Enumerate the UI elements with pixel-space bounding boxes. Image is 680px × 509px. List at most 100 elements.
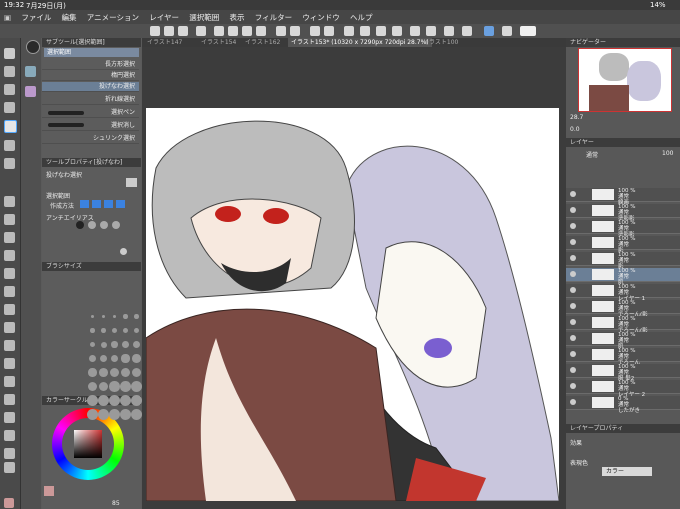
layer-row[interactable]: 100 % 通常 でろーん(影 (566, 300, 680, 318)
antialias-medium-icon[interactable] (100, 221, 108, 229)
pen-tool-icon[interactable] (4, 196, 15, 207)
brush-size-preset[interactable] (89, 355, 96, 362)
current-color-swatch[interactable] (44, 486, 54, 496)
crop-icon[interactable] (426, 26, 436, 36)
brush-size-preset[interactable] (134, 314, 139, 319)
antialias-strong-icon[interactable] (112, 221, 120, 229)
new-file-icon[interactable] (150, 26, 160, 36)
brush-size-preset[interactable] (87, 381, 98, 392)
intersect-selection-icon[interactable] (116, 200, 125, 208)
menu-view[interactable]: 表示 (225, 10, 248, 23)
antialias-weak-icon[interactable] (88, 221, 96, 229)
brush-size-preset[interactable] (131, 367, 142, 378)
tool-group-icon[interactable] (26, 40, 40, 54)
brush-size-preset[interactable] (112, 314, 117, 319)
layer-row[interactable]: 100 % 通常影 (566, 252, 680, 270)
layer-row[interactable]: 100 % 通常 塗影影 (566, 220, 680, 238)
ok-icon[interactable] (484, 26, 494, 36)
brush-size-preset[interactable] (98, 381, 109, 392)
copy-icon[interactable] (214, 26, 224, 36)
brush-size-preset[interactable] (100, 341, 107, 348)
zoom-tool-icon[interactable] (4, 48, 15, 59)
decoration-tool-icon[interactable] (4, 268, 15, 279)
eye-icon[interactable] (570, 351, 576, 357)
gradient-tool-icon[interactable] (4, 340, 15, 351)
brush-size-preset[interactable] (122, 327, 129, 334)
subtool-polyline-select[interactable]: 折れ線選択 (42, 95, 139, 105)
brush-size-preset[interactable] (132, 354, 141, 363)
eye-icon[interactable] (570, 271, 576, 277)
eye-icon[interactable] (570, 191, 576, 197)
deselect-icon[interactable] (344, 26, 354, 36)
tab-doc-154[interactable]: イラスト154 (198, 38, 239, 47)
brush-size-preset[interactable] (98, 409, 109, 420)
layer-row[interactable]: 100 % 通常 でろーん(影 (566, 316, 680, 334)
brush-size-preset[interactable] (120, 367, 131, 378)
brush-size-preset[interactable] (109, 409, 120, 420)
undo-icon[interactable] (276, 26, 286, 36)
subtool-ellipse-select[interactable]: 楕円選択 (42, 71, 139, 81)
eye-icon[interactable] (570, 399, 576, 405)
brush-size-preset[interactable] (88, 368, 97, 377)
menu-help[interactable]: ヘルプ (346, 10, 377, 23)
ruler-icon[interactable] (444, 26, 454, 36)
brush-size-preset[interactable] (99, 354, 108, 363)
open-icon[interactable] (164, 26, 174, 36)
figure-tool-icon[interactable] (4, 358, 15, 369)
tab-doc-147[interactable]: イラスト147 (144, 38, 185, 47)
zoom-value[interactable]: 28.7 (570, 114, 583, 121)
brush-size-preset[interactable] (87, 395, 98, 406)
menu-app-icon[interactable]: ▣ (0, 11, 15, 22)
brush-size-preset[interactable] (90, 328, 95, 333)
airbrush-tool-icon[interactable] (4, 250, 15, 261)
brush-size-preset[interactable] (133, 327, 140, 334)
clear-icon[interactable] (310, 26, 320, 36)
selection-out-icon[interactable] (376, 26, 386, 36)
opacity-value[interactable]: 100 (662, 150, 673, 157)
layer-row[interactable]: 100 % 通常 レイヤー 2 (566, 380, 680, 398)
fill-icon[interactable] (360, 26, 370, 36)
save-icon[interactable] (178, 26, 188, 36)
expression-color-select[interactable]: カラー (602, 467, 652, 476)
brush-size-preset[interactable] (111, 327, 118, 334)
brush-size-preset[interactable] (131, 381, 142, 392)
layer-row[interactable]: 100 % 通常影 (566, 236, 680, 254)
eye-icon[interactable] (570, 239, 576, 245)
hand-tool-icon[interactable] (4, 66, 15, 77)
drawing-canvas[interactable] (146, 108, 559, 501)
eye-icon[interactable] (570, 255, 576, 261)
menu-window[interactable]: ウィンドウ (298, 10, 344, 23)
tab-doc-100[interactable]: イラスト100 (420, 38, 461, 47)
fill-tool-icon[interactable] (4, 322, 15, 333)
add-selection-icon[interactable] (92, 200, 101, 208)
eye-icon[interactable] (570, 383, 576, 389)
brush-size-preset[interactable] (110, 368, 119, 377)
balloon-tool-icon[interactable] (4, 430, 15, 441)
brush-size-preset[interactable] (131, 395, 142, 406)
layer-row[interactable]: 100 % 通常 でろーん (566, 348, 680, 366)
auto-select-tool-icon[interactable] (4, 140, 15, 151)
brush-size-preset[interactable] (111, 341, 118, 348)
brush-size-preset[interactable] (99, 368, 108, 377)
layer-row[interactable]: 100 % 通常肌 (566, 268, 680, 286)
subtool-shrink-select[interactable]: シュリンク選択 (42, 134, 139, 144)
layer-row[interactable]: 100 % 通常 線画 (566, 188, 680, 206)
tab-doc-153-active[interactable]: イラスト153* (10320 x 7290px 720dpi 28.7%) (288, 38, 432, 47)
rotate-value[interactable]: 0.0 (570, 126, 580, 133)
transform-icon[interactable] (324, 26, 334, 36)
operation-tool-icon[interactable] (4, 84, 15, 95)
text-tool-icon[interactable] (4, 412, 15, 423)
layer-row[interactable]: 100 % 通常 レイヤー 1 (566, 284, 680, 302)
eye-icon[interactable] (570, 207, 576, 213)
layer-icon[interactable] (256, 26, 266, 36)
ruler-tool-icon[interactable] (4, 394, 15, 405)
eraser-tool-icon[interactable] (4, 286, 15, 297)
menu-animation[interactable]: アニメーション (83, 10, 143, 23)
brush-size-preset[interactable] (101, 328, 106, 333)
eye-icon[interactable] (570, 287, 576, 293)
brush-size-preset[interactable] (121, 354, 130, 363)
brush-tool-icon[interactable] (4, 232, 15, 243)
cut-selection-icon[interactable] (392, 26, 402, 36)
eye-icon[interactable] (570, 367, 576, 373)
layer-row[interactable]: 100 % 通常肌 (566, 332, 680, 350)
